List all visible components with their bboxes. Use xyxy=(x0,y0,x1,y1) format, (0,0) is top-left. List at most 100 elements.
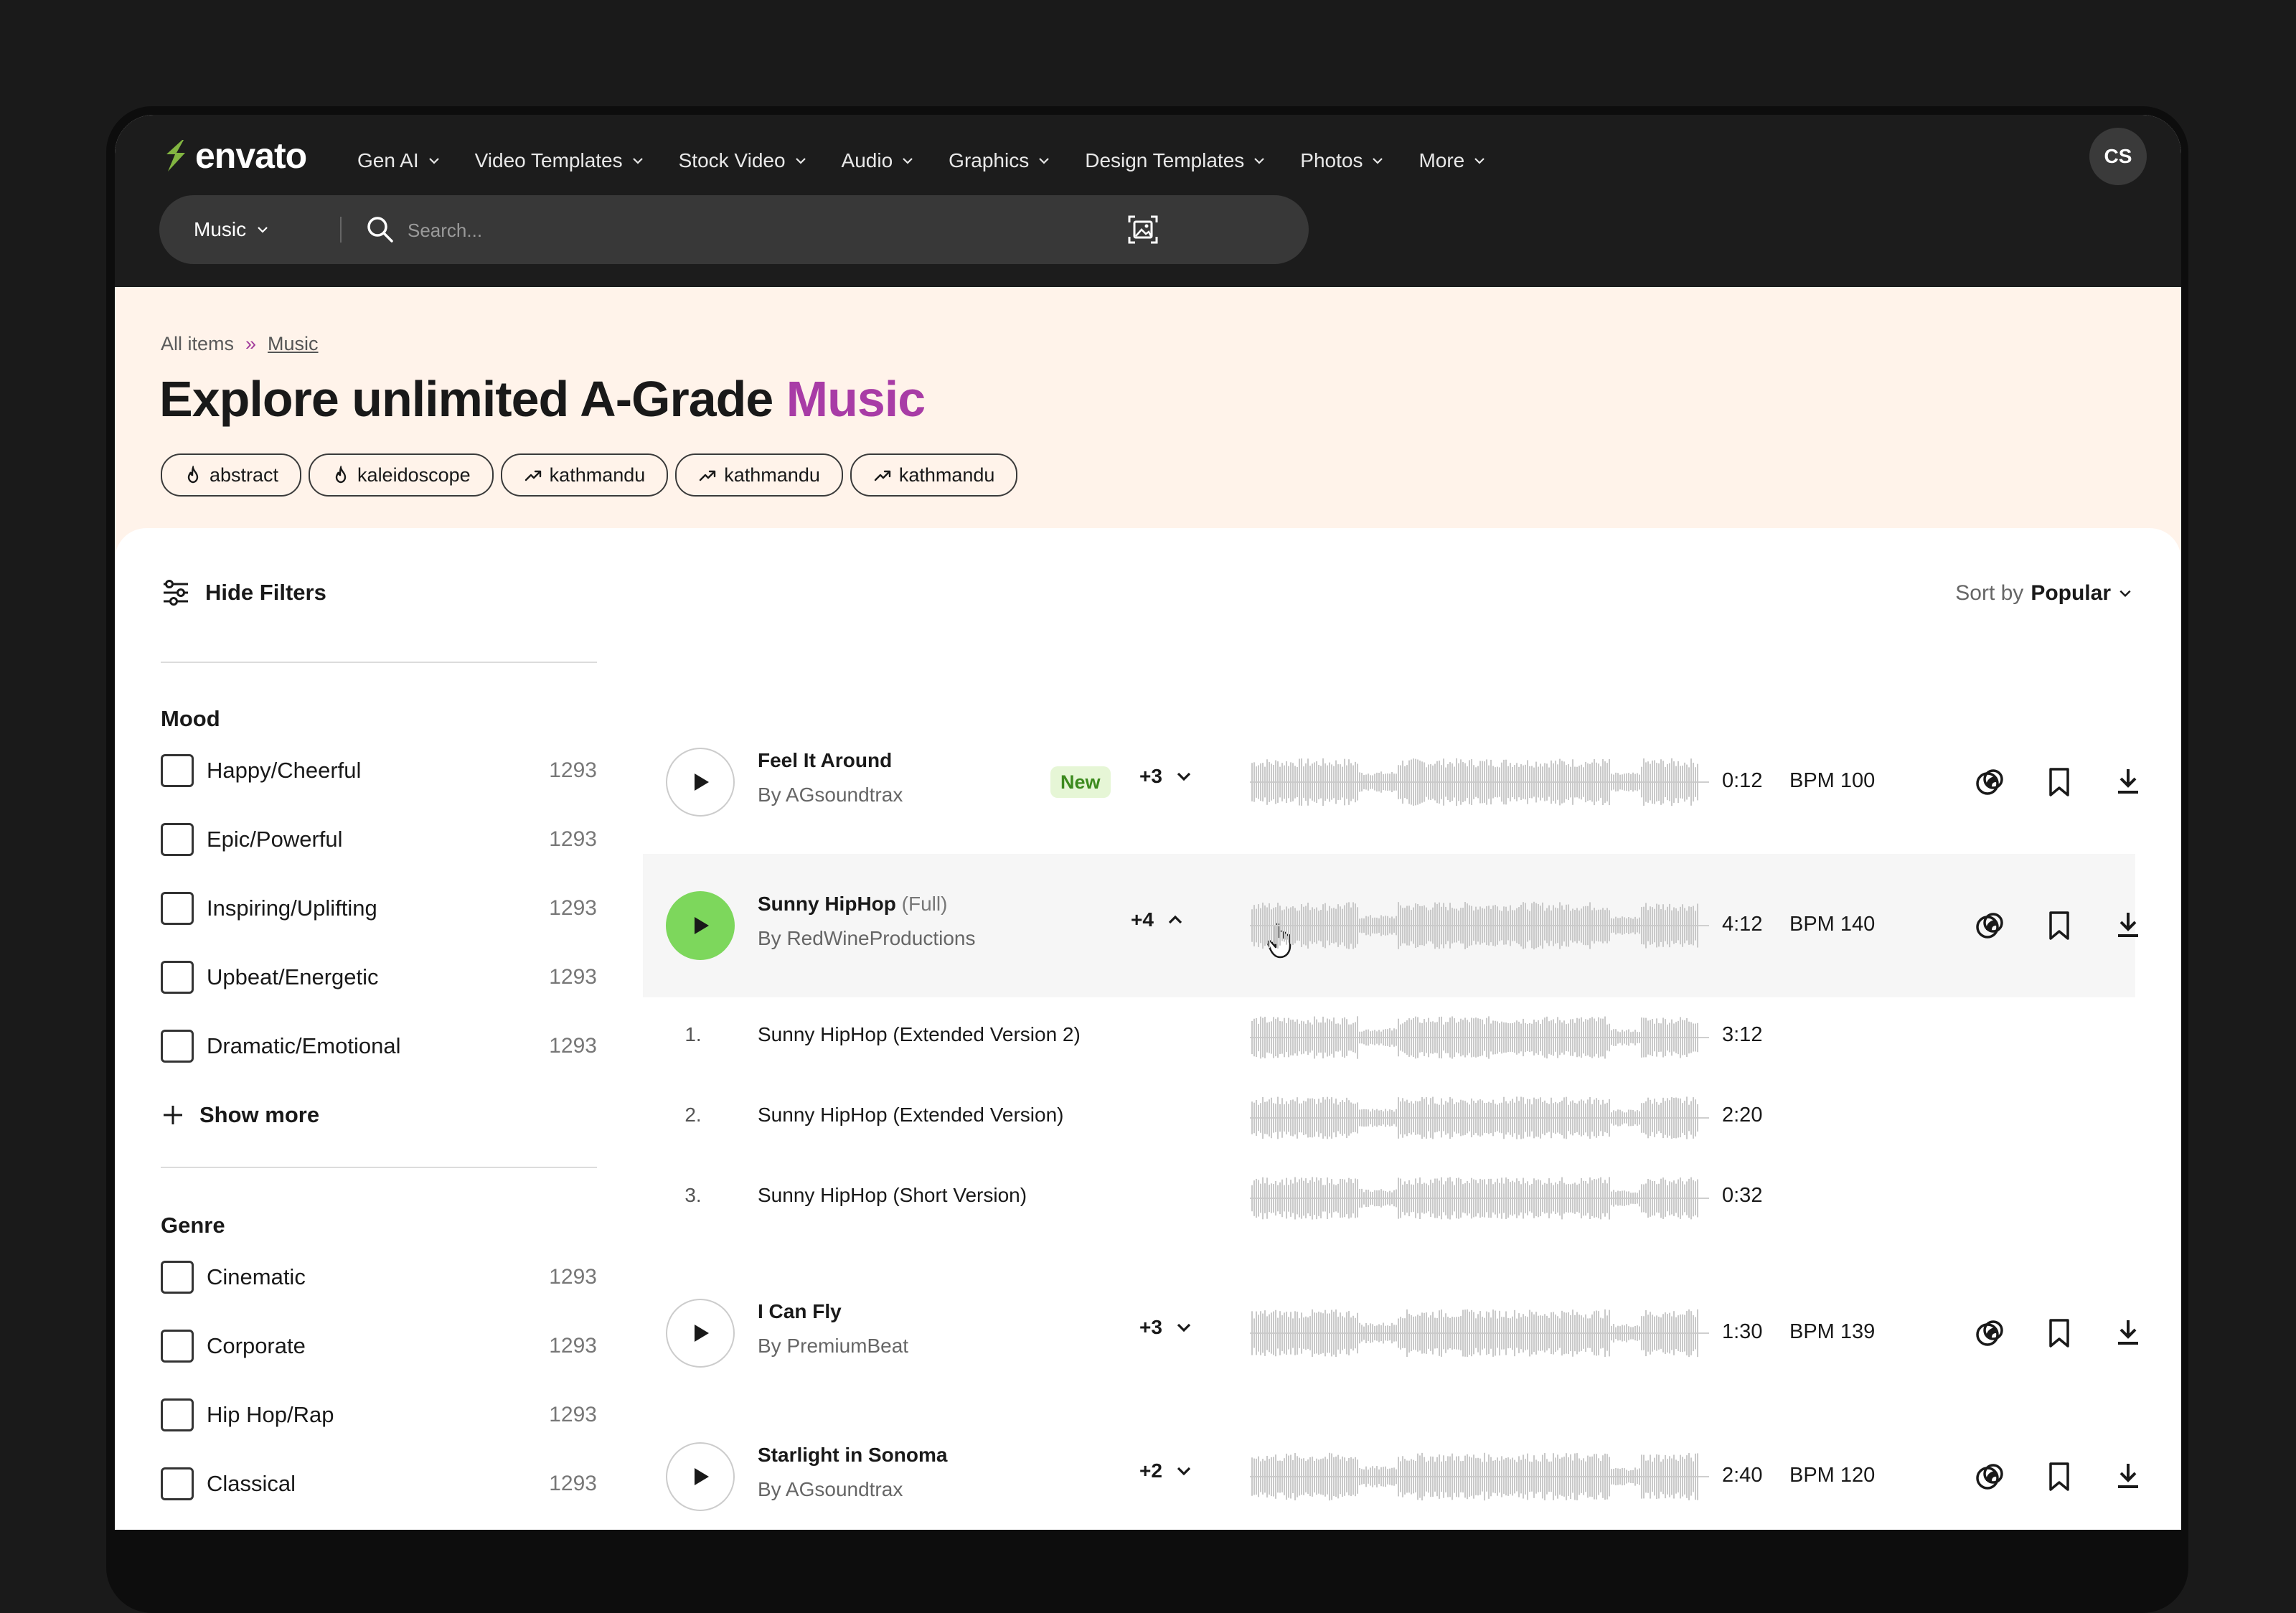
checkbox[interactable] xyxy=(161,892,194,925)
checkbox[interactable] xyxy=(161,1467,194,1500)
nav-gen-ai[interactable]: Gen AI xyxy=(357,139,441,182)
nav-more[interactable]: More xyxy=(1418,139,1486,182)
breadcrumb-separator: » xyxy=(245,333,257,354)
filter-option[interactable]: Dramatic/Emotional 1293 xyxy=(161,1027,597,1065)
bookmark-icon[interactable] xyxy=(2042,1459,2076,1494)
waveform[interactable] xyxy=(1250,1304,1709,1362)
track-author[interactable]: By PremiumBeat xyxy=(758,1335,908,1358)
tag-chip-label: kaleidoscope xyxy=(357,464,471,486)
checkbox[interactable] xyxy=(161,961,194,994)
nav-label: Audio xyxy=(841,149,893,171)
breadcrumb-root[interactable]: All items xyxy=(161,333,234,355)
track-title[interactable]: Feel It Around xyxy=(758,749,892,772)
tag-chip[interactable]: kaleidoscope xyxy=(309,453,494,497)
play-icon xyxy=(695,1325,709,1342)
nav-audio[interactable]: Audio xyxy=(842,139,915,182)
sort-dropdown[interactable]: Sort by Popular xyxy=(1955,581,2132,606)
show-more-button[interactable]: Show more xyxy=(161,1102,319,1128)
version-title[interactable]: Sunny HipHop (Short Version) xyxy=(758,1184,1027,1207)
checkbox[interactable] xyxy=(161,1261,194,1294)
filter-option[interactable]: Epic/Powerful 1293 xyxy=(161,821,597,858)
bookmark-icon[interactable] xyxy=(2042,1316,2076,1350)
track-row[interactable]: I Can Fly By PremiumBeat +3 1:30 BPM 139 xyxy=(643,1261,2138,1405)
hide-filters-button[interactable]: Hide Filters xyxy=(161,578,326,607)
checkbox[interactable] xyxy=(161,1030,194,1063)
versions-toggle[interactable]: +3 xyxy=(1139,765,1192,788)
nav-design-templates[interactable]: Design Templates xyxy=(1085,139,1266,182)
bookmark-icon[interactable] xyxy=(2042,908,2076,943)
user-avatar[interactable]: CS xyxy=(2089,128,2147,185)
breadcrumb-current[interactable]: Music xyxy=(268,333,319,355)
nav-stock-video[interactable]: Stock Video xyxy=(679,139,807,182)
waveform[interactable] xyxy=(1250,1448,1709,1505)
track-author[interactable]: By AGsoundtrax xyxy=(758,784,903,806)
filter-option[interactable]: Upbeat/Energetic 1293 xyxy=(161,959,597,996)
page-title: Explore unlimited A-Grade Music xyxy=(159,370,926,428)
similar-tracks-icon[interactable] xyxy=(1973,1316,2008,1350)
waveform[interactable] xyxy=(1250,753,1709,811)
sidebar-divider xyxy=(161,1167,597,1168)
track-duration: 0:12 xyxy=(1722,769,1763,792)
waveform[interactable] xyxy=(1250,1172,1709,1224)
track-author[interactable]: By RedWineProductions xyxy=(758,927,975,950)
tag-chip[interactable]: kathmandu xyxy=(850,453,1018,497)
filter-option[interactable]: Cinematic 1293 xyxy=(161,1259,597,1296)
checkbox[interactable] xyxy=(161,823,194,856)
version-title[interactable]: Sunny HipHop (Extended Version 2) xyxy=(758,1023,1081,1046)
versions-toggle[interactable]: +2 xyxy=(1139,1459,1192,1482)
track-title[interactable]: Sunny HipHop (Full) xyxy=(758,893,947,916)
hero-section: All items » Music Explore unlimited A-Gr… xyxy=(115,287,2181,560)
filter-option[interactable]: Hip Hop/Rap 1293 xyxy=(161,1396,597,1434)
new-badge: New xyxy=(1050,766,1111,798)
tag-chip[interactable]: kathmandu xyxy=(675,453,843,497)
version-row[interactable]: 1. Sunny HipHop (Extended Version 2) 3:1… xyxy=(643,1009,2135,1066)
bookmark-icon[interactable] xyxy=(2042,765,2076,799)
track-title[interactable]: I Can Fly xyxy=(758,1300,842,1323)
track-row[interactable]: Starlight in Sonoma By AGsoundtrax +2 2:… xyxy=(643,1405,2138,1530)
track-row[interactable]: Feel It Around By AGsoundtrax New +3 0:1… xyxy=(643,710,2138,854)
versions-toggle[interactable]: +4 xyxy=(1131,908,1184,931)
envato-logo[interactable]: envato xyxy=(161,135,307,177)
filter-option[interactable]: Inspiring/Uplifting 1293 xyxy=(161,890,597,927)
similar-tracks-icon[interactable] xyxy=(1973,908,2008,943)
play-button[interactable] xyxy=(666,748,735,817)
version-row[interactable]: 3. Sunny HipHop (Short Version) 0:32 xyxy=(643,1170,2135,1227)
tag-chip[interactable]: abstract xyxy=(161,453,302,497)
play-button[interactable] xyxy=(666,891,735,960)
checkbox[interactable] xyxy=(161,1398,194,1431)
waveform[interactable] xyxy=(1250,1092,1709,1144)
search-category-select[interactable]: Music xyxy=(194,195,269,264)
image-search-icon[interactable] xyxy=(1126,214,1159,245)
version-duration: 2:20 xyxy=(1722,1104,1763,1127)
nav-video-templates[interactable]: Video Templates xyxy=(475,139,644,182)
versions-toggle[interactable]: +3 xyxy=(1139,1316,1192,1339)
top-navigation-bar: envato Gen AI Video Templates Stock Vide… xyxy=(115,115,2181,287)
similar-tracks-icon[interactable] xyxy=(1973,1459,2008,1494)
track-author[interactable]: By AGsoundtrax xyxy=(758,1478,903,1501)
filter-option[interactable]: Corporate 1293 xyxy=(161,1327,597,1365)
track-title[interactable]: Starlight in Sonoma xyxy=(758,1444,947,1467)
download-icon[interactable] xyxy=(2111,765,2145,799)
track-row[interactable]: Sunny HipHop (Full) By RedWineProduction… xyxy=(643,854,2138,997)
checkbox[interactable] xyxy=(161,754,194,787)
nav-photos[interactable]: Photos xyxy=(1300,139,1384,182)
play-button[interactable] xyxy=(666,1442,735,1511)
version-title[interactable]: Sunny HipHop (Extended Version) xyxy=(758,1104,1063,1127)
tag-chip[interactable]: kathmandu xyxy=(500,453,669,497)
filter-option[interactable]: Happy/Cheerful 1293 xyxy=(161,752,597,789)
filter-option[interactable]: Classical 1293 xyxy=(161,1465,597,1503)
play-button[interactable] xyxy=(666,1299,735,1368)
waveform[interactable] xyxy=(1250,1012,1709,1063)
brand-name: envato xyxy=(195,136,307,176)
download-icon[interactable] xyxy=(2111,1316,2145,1350)
waveform[interactable] xyxy=(1250,897,1709,954)
filter-sliders-icon xyxy=(164,580,188,606)
download-icon[interactable] xyxy=(2111,908,2145,943)
nav-graphics[interactable]: Graphics xyxy=(949,139,1050,182)
version-row[interactable]: 2. Sunny HipHop (Extended Version) 2:20 xyxy=(643,1089,2135,1147)
search-input[interactable] xyxy=(406,210,1234,251)
similar-tracks-icon[interactable] xyxy=(1973,765,2008,799)
download-icon[interactable] xyxy=(2111,1459,2145,1494)
filter-option-count: 1293 xyxy=(549,1034,597,1058)
checkbox[interactable] xyxy=(161,1330,194,1363)
